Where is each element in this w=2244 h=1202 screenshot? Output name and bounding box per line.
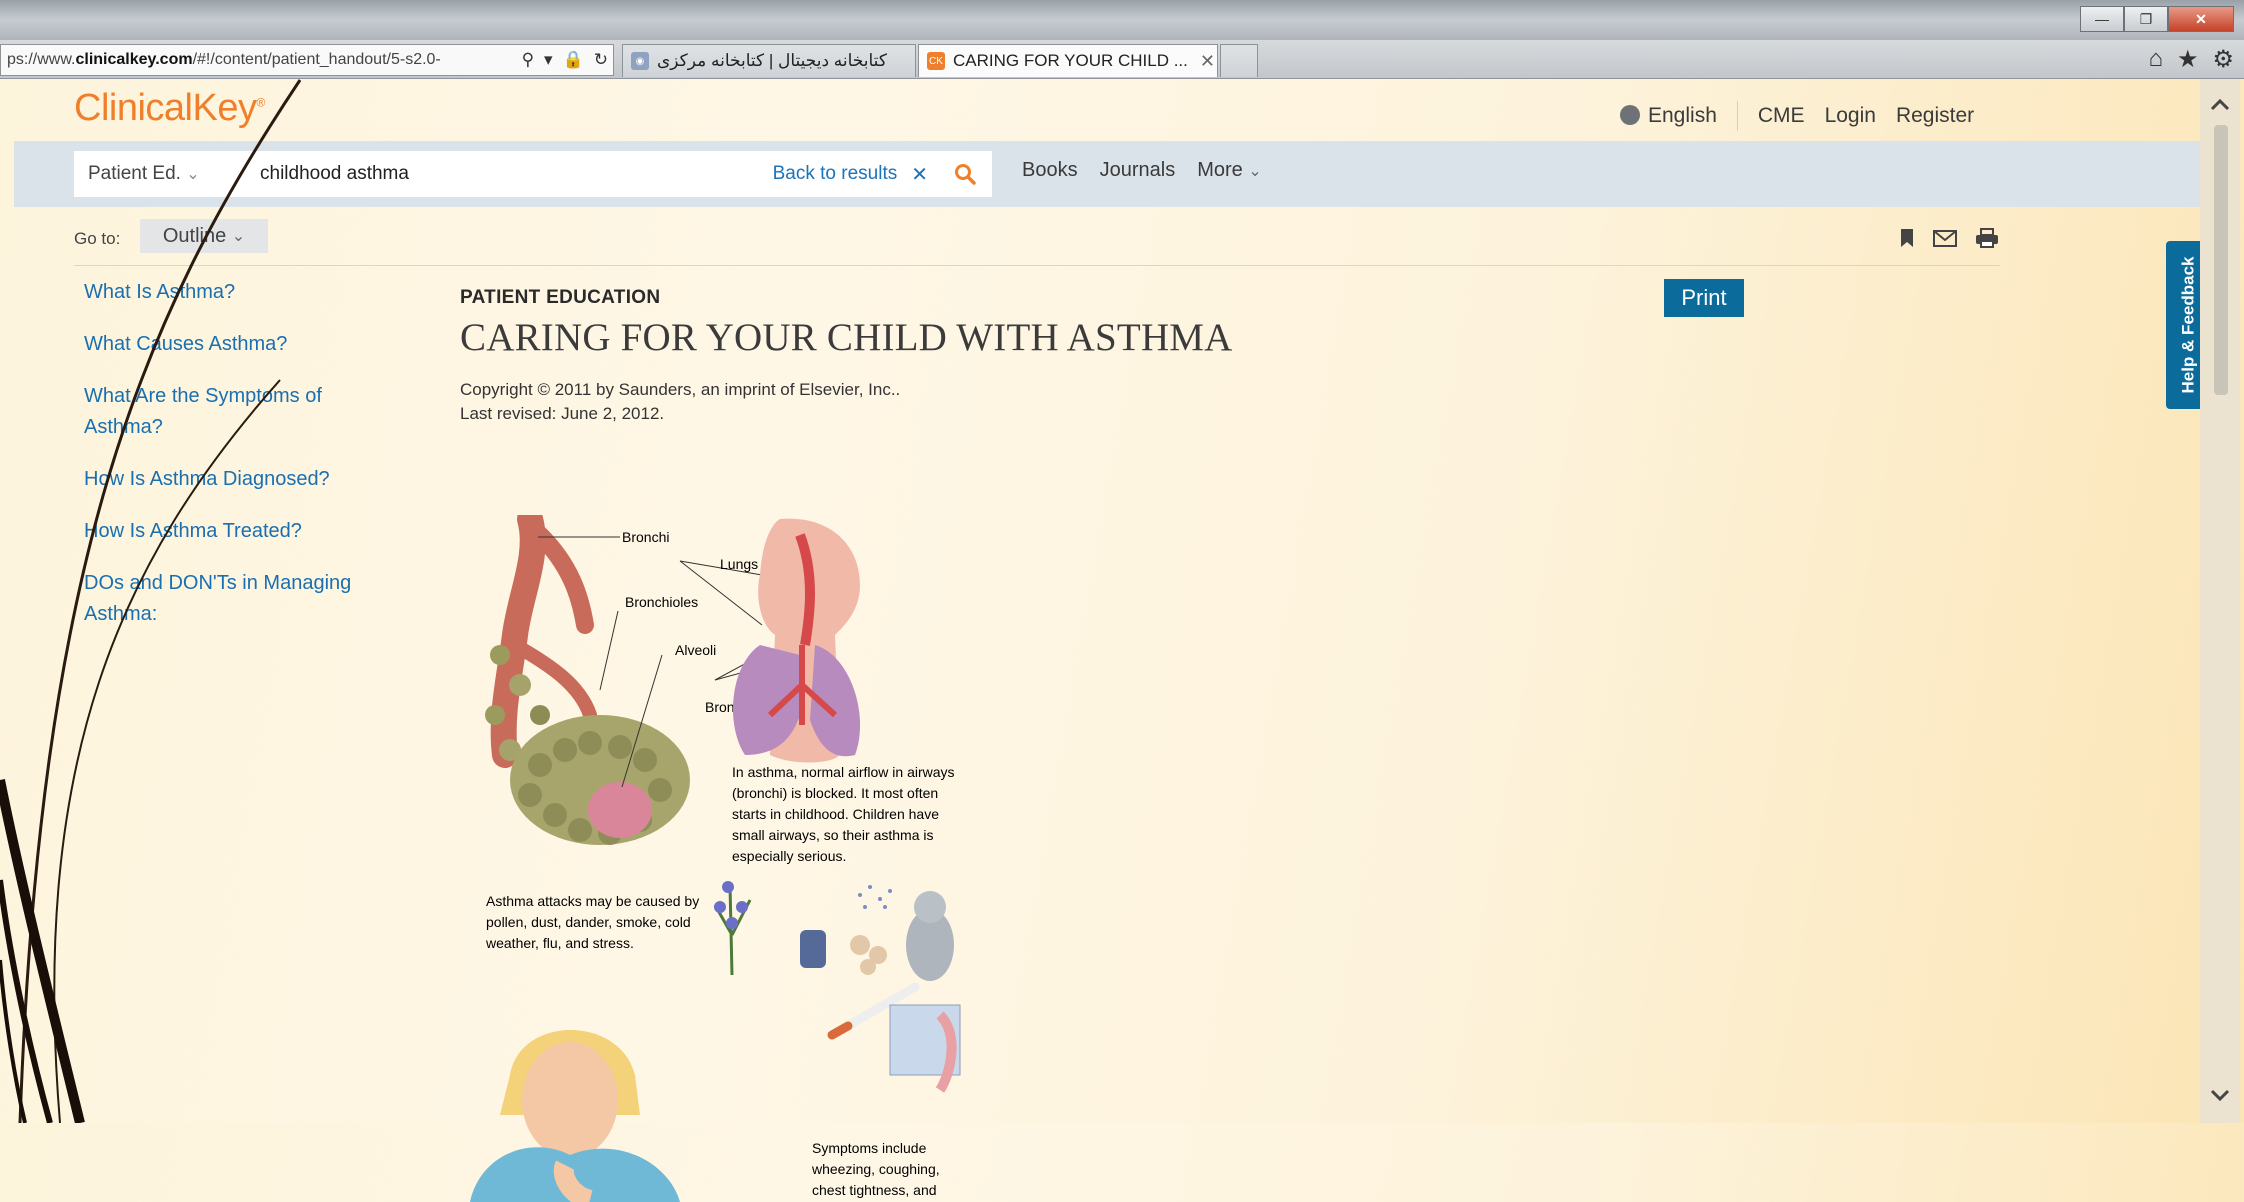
article: PATIENT EDUCATION CARING FOR YOUR CHILD … bbox=[460, 287, 1360, 426]
site-header: ClinicalKey® English CME Login Register bbox=[14, 79, 2212, 142]
dropdown-icon[interactable]: ▾ bbox=[539, 50, 558, 70]
print-button[interactable]: Print bbox=[1664, 279, 1744, 317]
clinicalkey-logo[interactable]: ClinicalKey® bbox=[74, 87, 265, 130]
url-prefix: ps://www. bbox=[7, 51, 76, 68]
globe-icon bbox=[1620, 105, 1640, 125]
minimize-button[interactable]: — bbox=[2080, 6, 2124, 32]
books-link[interactable]: Books bbox=[1022, 159, 1078, 182]
restore-button[interactable]: ❐ bbox=[2124, 6, 2168, 32]
caption-symptoms: Symptoms include wheezing, coughing, che… bbox=[811, 1140, 944, 1198]
gear-icon[interactable]: ⚙ bbox=[2212, 45, 2234, 74]
tab-digital-library[interactable]: ◉ کتابخانه دیجیتال | کتابخانه مرکزی bbox=[622, 44, 916, 77]
language-selector[interactable]: English bbox=[1620, 104, 1717, 128]
search-icon[interactable]: ⚲ bbox=[517, 50, 539, 70]
refresh-icon[interactable]: ↻ bbox=[589, 50, 613, 70]
new-tab-button[interactable] bbox=[1220, 44, 1258, 77]
child-image bbox=[470, 1030, 680, 1202]
toc-item-symptoms[interactable]: What Are the Symptoms of Asthma? bbox=[84, 381, 364, 443]
goto-label: Go to: bbox=[74, 229, 121, 248]
close-tab-icon[interactable]: ✕ bbox=[1200, 51, 1215, 72]
caption-airflow: In asthma, normal airflow in airways (br… bbox=[732, 764, 958, 864]
tab-caring-for-child[interactable]: CK CARING FOR YOUR CHILD ... ✕ bbox=[918, 44, 1218, 77]
star-icon[interactable]: ★ bbox=[2177, 45, 2199, 74]
toc-item-dos-donts[interactable]: DOs and DON'Ts in Managing Asthma: bbox=[84, 568, 374, 630]
bookmark-icon[interactable] bbox=[1898, 227, 1916, 249]
article-tools bbox=[1898, 227, 2000, 249]
lock-icon[interactable]: 🔒 bbox=[558, 50, 589, 70]
page-title: CARING FOR YOUR CHILD WITH ASTHMA bbox=[460, 316, 1233, 359]
tab-label: کتابخانه دیجیتال | کتابخانه مرکزی bbox=[657, 51, 887, 70]
divider bbox=[1736, 101, 1738, 131]
source-dropdown[interactable]: Patient Ed. ⌄ bbox=[74, 163, 260, 185]
label-bronchioles: Bronchioles bbox=[625, 594, 698, 610]
email-icon[interactable] bbox=[1932, 227, 1958, 249]
asthma-illustration: Bronchi Lungs Bronchioles Alveoli Bronch… bbox=[470, 515, 961, 1202]
login-link[interactable]: Login bbox=[1825, 104, 1876, 128]
copyright-text: Copyright © 2011 by Saunders, an imprint… bbox=[460, 380, 901, 399]
chevron-down-icon: ⌄ bbox=[231, 228, 246, 245]
toc-item-what-is-asthma[interactable]: What Is Asthma? bbox=[84, 277, 384, 308]
scroll-thumb bbox=[2214, 125, 2228, 395]
page-content: ClinicalKey® English CME Login Register … bbox=[14, 79, 2212, 1202]
search-bar: Patient Ed. ⌄ childhood asthma Back to r… bbox=[14, 141, 2212, 207]
triggers-image bbox=[713, 881, 961, 1093]
cme-link[interactable]: CME bbox=[1758, 104, 1805, 128]
label-bronchi: Bronchi bbox=[622, 529, 669, 545]
url-domain: clinicalkey.com bbox=[75, 51, 193, 68]
clear-search-icon[interactable]: ✕ bbox=[911, 162, 928, 187]
url-path: /#!/content/patient_handout/5-s2.0- bbox=[192, 51, 441, 68]
close-window-button[interactable]: ✕ bbox=[2168, 6, 2234, 32]
register-link[interactable]: Register bbox=[1896, 104, 1974, 128]
outline-dropdown[interactable]: Outline ⌄ bbox=[140, 219, 268, 253]
back-to-results-link[interactable]: Back to results bbox=[773, 163, 898, 185]
more-menu[interactable]: More ⌄ bbox=[1197, 159, 1262, 182]
search-box: Patient Ed. ⌄ childhood asthma Back to r… bbox=[74, 151, 992, 197]
home-icon[interactable]: ⌂ bbox=[2148, 45, 2163, 73]
clinicalkey-favicon: CK bbox=[927, 52, 945, 70]
search-icon[interactable] bbox=[954, 163, 976, 185]
chevron-down-icon: ⌄ bbox=[186, 166, 200, 183]
bronchial-tree-image bbox=[485, 515, 690, 845]
label-alveoli: Alveoli bbox=[675, 642, 716, 658]
address-bar[interactable]: ps://www.clinicalkey.com/#!/content/pati… bbox=[0, 44, 614, 76]
journals-link[interactable]: Journals bbox=[1100, 159, 1176, 182]
vertical-scrollbar[interactable] bbox=[2200, 79, 2240, 1123]
print-icon[interactable] bbox=[1974, 227, 2000, 249]
header-nav: English CME Login Register bbox=[1620, 101, 1974, 131]
chevron-down-icon: ⌄ bbox=[1248, 163, 1262, 180]
search-input[interactable]: childhood asthma bbox=[260, 163, 773, 185]
goto-bar: Go to: Outline ⌄ bbox=[74, 215, 2000, 266]
window-controls: — ❐ ✕ bbox=[2080, 6, 2234, 32]
shield-icon: ◉ bbox=[631, 52, 649, 70]
label-lungs: Lungs bbox=[720, 556, 758, 572]
table-of-contents: What Is Asthma? What Causes Asthma? What… bbox=[84, 277, 384, 651]
caption-triggers: Asthma attacks may be caused by pollen, … bbox=[485, 893, 703, 951]
last-revised: Last revised: June 2, 2012. bbox=[460, 404, 665, 423]
toc-item-treated[interactable]: How Is Asthma Treated? bbox=[84, 516, 384, 547]
tab-label: CARING FOR YOUR CHILD ... bbox=[953, 51, 1188, 70]
toc-item-causes[interactable]: What Causes Asthma? bbox=[84, 329, 384, 360]
browser-titlebar bbox=[0, 0, 2244, 44]
toc-item-diagnosed[interactable]: How Is Asthma Diagnosed? bbox=[84, 464, 384, 495]
section-nav: Books Journals More ⌄ bbox=[1022, 159, 1262, 182]
article-kicker: PATIENT EDUCATION bbox=[460, 287, 661, 308]
browser-toolbar-icons: ⌂ ★ ⚙ bbox=[2148, 44, 2234, 74]
